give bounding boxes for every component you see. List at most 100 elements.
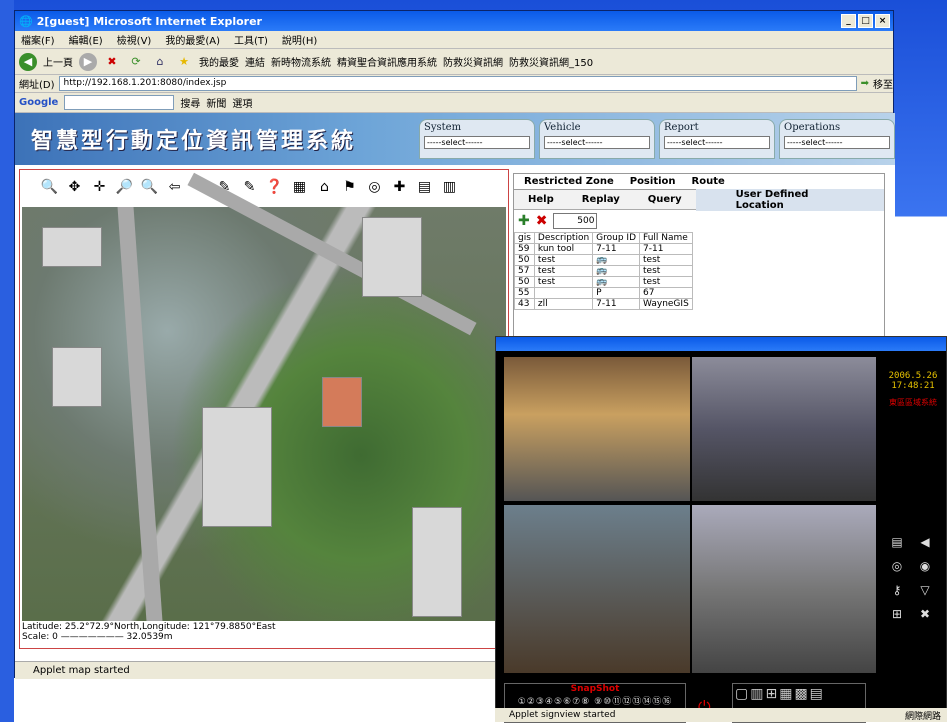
minimize-button[interactable]: _ — [841, 14, 856, 28]
col-description[interactable]: Description — [533, 232, 594, 244]
table-row[interactable]: 43 zll 7-11 WayneGIS — [514, 298, 693, 310]
menu-tools[interactable]: 工具(T) — [234, 32, 268, 47]
ie-icon: 🌐 — [19, 14, 33, 28]
tab-position[interactable]: Position — [630, 176, 676, 187]
menu-view[interactable]: 檢視(V) — [117, 32, 152, 47]
refresh-icon[interactable]: ⟳ — [127, 53, 145, 71]
tab-query[interactable]: Query — [634, 194, 696, 205]
link-2[interactable]: 精資聖合資訊應用系統 — [337, 54, 437, 69]
grid-icon[interactable]: ▥ — [440, 179, 459, 195]
flag-icon[interactable]: ⚑ — [340, 179, 359, 195]
tab-help[interactable]: Help — [514, 194, 568, 205]
camera-feed-3[interactable] — [504, 505, 690, 673]
menu-edit[interactable]: 編輯(E) — [69, 32, 103, 47]
target-icon[interactable]: ◎ — [888, 559, 906, 577]
locate-icon[interactable]: ◎ — [365, 179, 384, 195]
window-title: 2[guest] Microsoft Internet Explorer — [36, 14, 262, 28]
cell: 59 — [514, 243, 535, 255]
table-row[interactable]: 50 test 🚌 test — [514, 276, 693, 288]
move-tool-icon[interactable]: ✛ — [90, 179, 109, 195]
crosshair-icon[interactable]: ✚ — [390, 179, 409, 195]
tab-replay[interactable]: Replay — [568, 194, 634, 205]
layers-icon[interactable]: ▦ — [290, 179, 309, 195]
identify-icon[interactable]: ❓ — [265, 179, 284, 195]
channel-buttons[interactable]: ①②③④⑤⑥⑦⑧ ⑨⑩⑪⑫⑬⑭⑮⑯ — [505, 694, 685, 707]
stop-icon[interactable]: ✖ — [103, 53, 121, 71]
camera-feed-1[interactable] — [504, 357, 690, 501]
back-button[interactable]: 上一頁 — [43, 54, 73, 69]
menu-bar: 檔案(F) 編輯(E) 檢視(V) 我的最愛(A) 工具(T) 說明(H) — [15, 31, 893, 49]
speaker-icon[interactable]: ◀ — [916, 535, 934, 553]
vehicle-select[interactable]: -----select------ — [544, 136, 650, 149]
operations-menu[interactable]: Operations -----select------ — [779, 119, 895, 159]
map-toolbar: 🔍 ✥ ✛ 🔎 🔍 ⇦ ⇨ ✎ ✎ ❓ ▦ ⌂ ⚑ ◎ ✚ ▤ ▥ — [20, 170, 508, 204]
tools-icon[interactable]: ✖ — [916, 607, 934, 625]
camera-feed-4[interactable] — [692, 505, 876, 673]
menu-help[interactable]: 說明(H) — [282, 32, 317, 47]
zoom-tool-icon[interactable]: 🔍 — [40, 179, 59, 195]
report-select[interactable]: -----select------ — [664, 136, 770, 149]
close-button[interactable]: × — [875, 14, 890, 28]
favorites-button[interactable]: 我的最愛 — [199, 54, 239, 69]
camera-status-text: Applet signview started — [509, 710, 616, 720]
home-icon[interactable]: ⌂ — [151, 53, 169, 71]
draw-icon[interactable]: ✎ — [240, 179, 259, 195]
address-input[interactable]: http://192.168.1.201:8080/index.jsp — [58, 76, 857, 91]
tab-user-defined-location[interactable]: User Defined Location — [695, 188, 884, 211]
link-4[interactable]: 防救災資訊網_150 — [509, 54, 593, 69]
operations-select[interactable]: -----select------ — [784, 136, 890, 149]
camera-feed-2[interactable] — [692, 357, 876, 501]
zoom-out-icon[interactable]: 🔍 — [140, 179, 159, 195]
tab-route[interactable]: Route — [692, 176, 725, 187]
aerial-map[interactable] — [22, 172, 506, 621]
vehicle-menu[interactable]: Vehicle -----select------ — [539, 119, 655, 159]
table-row[interactable]: 59 kun tool 7-11 7-11 — [514, 243, 693, 255]
record-icon[interactable]: ▤ — [888, 535, 906, 553]
menu-file[interactable]: 檔案(F) — [21, 32, 55, 47]
quantity-stepper[interactable]: 500 — [553, 213, 598, 229]
prev-view-icon[interactable]: ⇦ — [165, 179, 184, 195]
table-row[interactable]: 55 P 67 — [514, 287, 693, 299]
favorites-star-icon[interactable]: ★ — [175, 53, 193, 71]
link-1[interactable]: 新時物流系統 — [271, 54, 331, 69]
system-menu[interactable]: System -----select------ — [419, 119, 535, 159]
pan-tool-icon[interactable]: ✥ — [65, 179, 84, 195]
table-row[interactable]: 57 test 🚌 test — [514, 265, 693, 277]
camera-controls: ▤ ◀ ◎ ◉ ⚷ ▽ ⊞ ✖ — [888, 535, 938, 625]
col-group-id[interactable]: Group ID — [592, 232, 641, 244]
cell: 7-11 — [592, 298, 641, 310]
table-row[interactable]: 50 test 🚌 test — [514, 254, 693, 266]
go-button[interactable]: 移至 — [873, 76, 893, 91]
zoom-in-icon[interactable]: 🔎 — [115, 179, 134, 195]
back-arrow-icon[interactable]: ◀ — [19, 52, 37, 71]
google-search-input[interactable] — [64, 95, 175, 110]
map-info: Latitude: 25.2°72.9°North,Longitude: 121… — [22, 622, 276, 642]
scale-bar: Scale: 0 ——————— 32.0539m — [22, 632, 173, 642]
system-select[interactable]: -----select------ — [424, 136, 530, 149]
key-icon[interactable]: ⚷ — [888, 583, 906, 601]
tab-restricted-zone[interactable]: Restricted Zone — [524, 176, 614, 187]
google-search-button[interactable]: 搜尋 — [180, 95, 200, 110]
col-gis[interactable]: gis — [514, 232, 535, 244]
add-icon[interactable]: ✚ — [518, 213, 530, 229]
filter-icon[interactable]: ▽ — [916, 583, 934, 601]
eye-icon[interactable]: ◉ — [916, 559, 934, 577]
cell: 🚌 — [592, 276, 641, 288]
google-news-button[interactable]: 新聞 — [206, 95, 226, 110]
app-title: 智慧型行動定位資訊管理系統 — [31, 129, 357, 154]
report-menu[interactable]: Report -----select------ — [659, 119, 775, 159]
network-icon[interactable]: ⊞ — [888, 607, 906, 625]
menu-favorites[interactable]: 我的最愛(A) — [165, 32, 220, 47]
snapshot-label: SnapShot — [570, 684, 620, 694]
go-arrow-icon[interactable]: ➡ — [861, 78, 869, 89]
forward-arrow-icon[interactable]: ▶ — [79, 52, 97, 71]
app-banner: 智慧型行動定位資訊管理系統 System -----select------ V… — [15, 113, 895, 165]
home-view-icon[interactable]: ⌂ — [315, 179, 334, 195]
delete-icon[interactable]: ✖ — [536, 213, 548, 229]
col-full-name[interactable]: Full Name — [639, 232, 693, 244]
cell: 7-11 — [592, 243, 641, 255]
print-icon[interactable]: ▤ — [415, 179, 434, 195]
link-3[interactable]: 防救災資訊網 — [443, 54, 503, 69]
maximize-button[interactable]: □ — [858, 14, 873, 28]
google-options-button[interactable]: 選項 — [232, 95, 252, 110]
